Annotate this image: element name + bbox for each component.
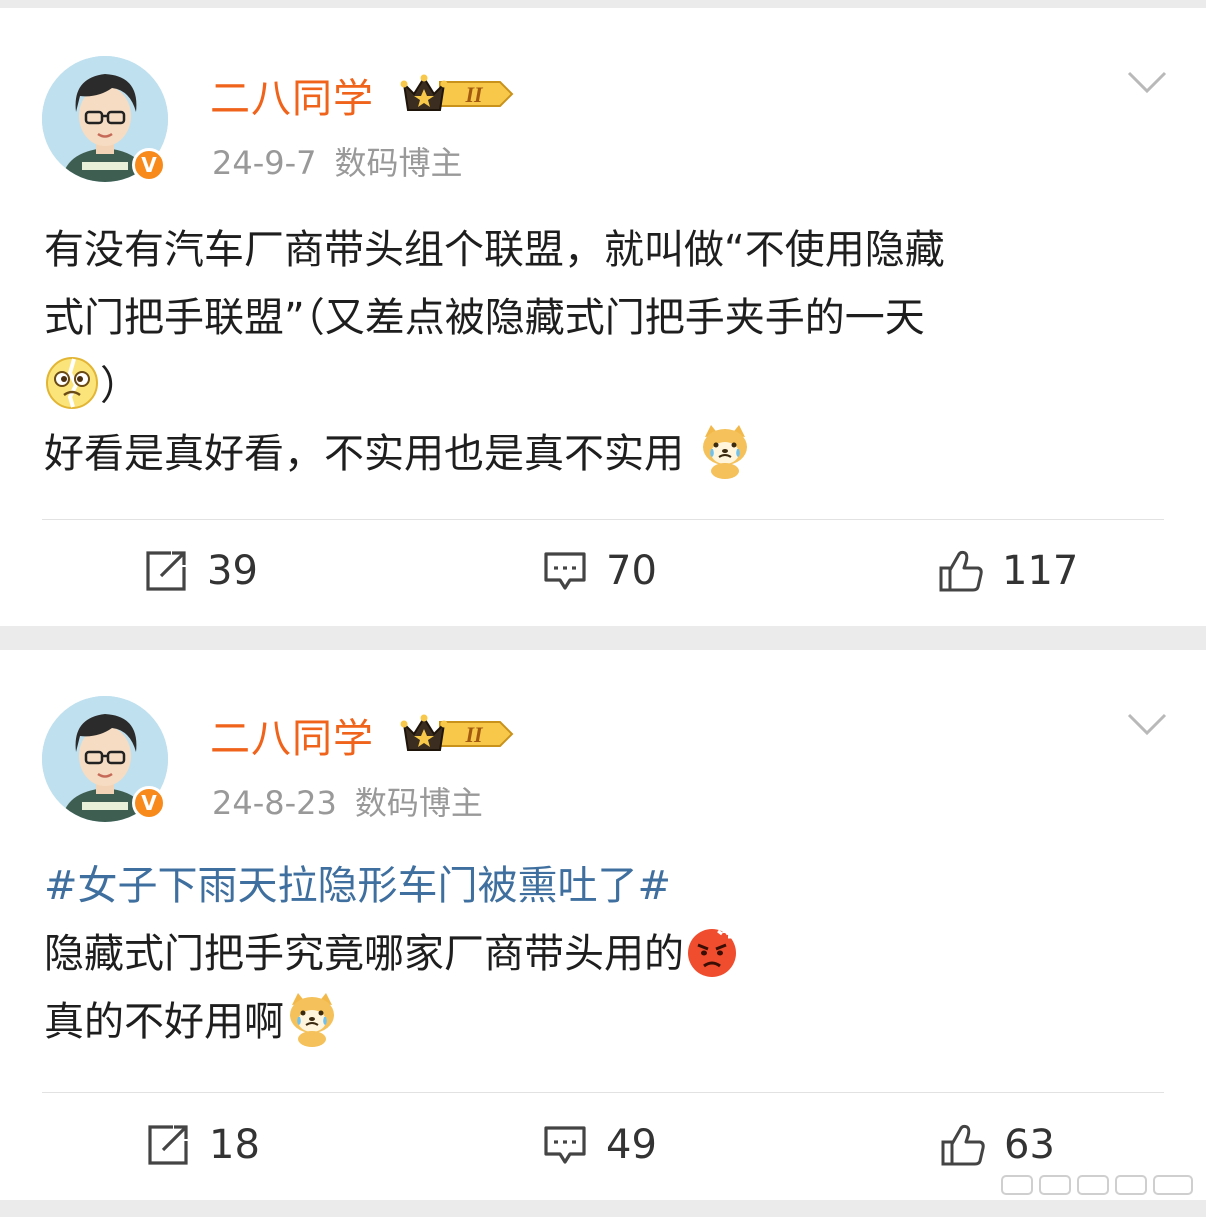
comment-count: 49 xyxy=(606,1122,657,1168)
post-date: 24-9-7 xyxy=(212,144,317,182)
repost-button[interactable]: 39 xyxy=(143,541,258,601)
repost-count: 39 xyxy=(207,548,258,594)
comment-count: 70 xyxy=(606,548,657,594)
like-button[interactable]: 117 xyxy=(938,541,1078,601)
repost-icon xyxy=(143,548,189,594)
divider xyxy=(42,1092,1164,1093)
post-meta: 24-8-23 数码博主 xyxy=(212,778,483,824)
verified-v-icon: V xyxy=(132,786,166,820)
like-icon xyxy=(938,548,984,594)
content-line: ） xyxy=(44,352,1164,420)
comment-icon xyxy=(542,1122,588,1168)
post-content: #女子下雨天拉隐形车门被熏吐了# 隐藏式门把手究竟哪家厂商带头用的 真的不好用啊 xyxy=(44,852,1164,1056)
like-count: 117 xyxy=(1002,548,1079,594)
divider xyxy=(42,519,1164,520)
content-line: 隐藏式门把手究竟哪家厂商带头用的 xyxy=(44,920,1164,988)
post-content: 有没有汽车厂商带头组个联盟，就叫做“不使用隐藏 式门把手联盟”（又差点被隐藏式门… xyxy=(44,216,1164,488)
topic-link[interactable]: #女子下雨天拉隐形车门被熏吐了# xyxy=(44,852,1164,920)
post-date: 24-8-23 xyxy=(212,784,337,822)
crown-level-badge-icon[interactable] xyxy=(400,72,516,116)
content-line: 真的不好用啊 xyxy=(44,988,1164,1056)
like-button[interactable]: 63 xyxy=(940,1115,1055,1175)
content-line: 有没有汽车厂商带头组个联盟，就叫做“不使用隐藏 xyxy=(44,227,945,273)
post-meta: 24-9-7 数码博主 xyxy=(212,138,463,184)
verified-v-icon: V xyxy=(132,148,166,182)
action-bar: 39 70 117 xyxy=(0,541,1206,601)
angry-face-emoji xyxy=(684,923,740,979)
like-icon xyxy=(940,1122,986,1168)
comment-icon xyxy=(542,548,588,594)
comment-button[interactable]: 70 xyxy=(542,541,657,601)
content-line: 好看是真好看，不实用也是真不实用 xyxy=(44,420,1164,488)
action-bar: 18 49 63 xyxy=(0,1115,1206,1175)
username[interactable]: 二八同学 xyxy=(210,706,374,764)
post-card[interactable]: V 二八同学 24-8-23 数码博主 #女子下雨天拉隐形车门被熏吐了# 隐藏式门… xyxy=(0,650,1206,1200)
post-source: 数码博主 xyxy=(334,144,463,182)
content-line: 式门把手联盟”（又差点被隐藏式门把手夹手的一天 xyxy=(44,295,925,341)
repost-count: 18 xyxy=(209,1122,260,1168)
like-count: 63 xyxy=(1004,1122,1055,1168)
crying-shiba-emoji xyxy=(284,991,340,1047)
post-source: 数码博主 xyxy=(354,784,483,822)
repost-icon xyxy=(145,1122,191,1168)
comment-button[interactable]: 49 xyxy=(542,1115,657,1175)
chevron-down-icon[interactable] xyxy=(1126,710,1168,738)
watermark xyxy=(1001,1175,1193,1195)
username[interactable]: 二八同学 xyxy=(210,66,374,124)
post-card[interactable]: V 二八同学 24-9-7 数码博主 有没有汽车厂商带头组个联盟，就叫做“不使用隐… xyxy=(0,8,1206,626)
dizzy-face-emoji xyxy=(44,355,100,411)
chevron-down-icon[interactable] xyxy=(1126,68,1168,96)
crying-shiba-emoji xyxy=(697,423,753,479)
crown-level-badge-icon[interactable] xyxy=(400,712,516,756)
repost-button[interactable]: 18 xyxy=(145,1115,260,1175)
